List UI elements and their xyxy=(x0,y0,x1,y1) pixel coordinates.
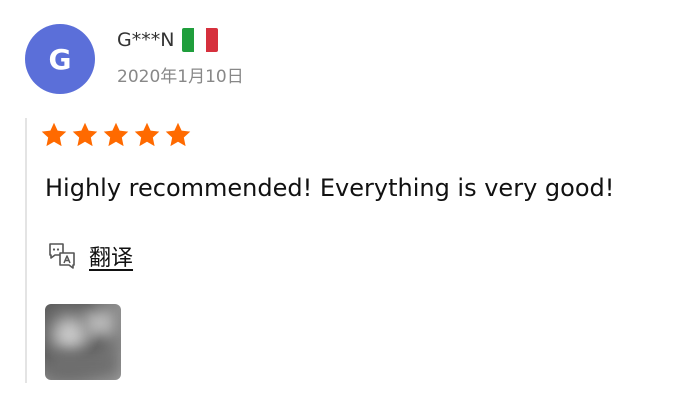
translate-button[interactable]: 翻译 xyxy=(47,240,133,272)
flag-stripe-white xyxy=(194,28,207,52)
flag-stripe-green xyxy=(182,28,195,52)
photo-blur-shape xyxy=(85,310,115,336)
star-icon xyxy=(103,122,129,147)
photo-blur-shadow xyxy=(49,352,117,376)
italy-flag-icon xyxy=(182,28,219,52)
star-icon xyxy=(41,122,67,147)
review-photo-thumbnail[interactable] xyxy=(45,304,121,380)
reviewer-name: G***N xyxy=(117,29,175,51)
flag-stripe-red xyxy=(206,28,219,52)
reviewer-line: G***N xyxy=(117,28,219,52)
star-icon xyxy=(72,122,98,147)
review-text: Highly recommended! Everything is very g… xyxy=(45,174,615,202)
review-divider xyxy=(25,118,27,383)
star-icon xyxy=(165,122,191,147)
review-card: G G***N 2020年1月10日 Highly recommended! E… xyxy=(0,0,700,400)
translate-icon xyxy=(49,243,75,269)
translate-label: 翻译 xyxy=(89,246,134,271)
review-date: 2020年1月10日 xyxy=(117,67,244,87)
star-rating xyxy=(40,121,192,149)
star-icon xyxy=(134,122,160,147)
avatar[interactable]: G xyxy=(25,24,95,94)
avatar-initial: G xyxy=(48,42,72,76)
photo-blur-highlight xyxy=(53,318,87,352)
